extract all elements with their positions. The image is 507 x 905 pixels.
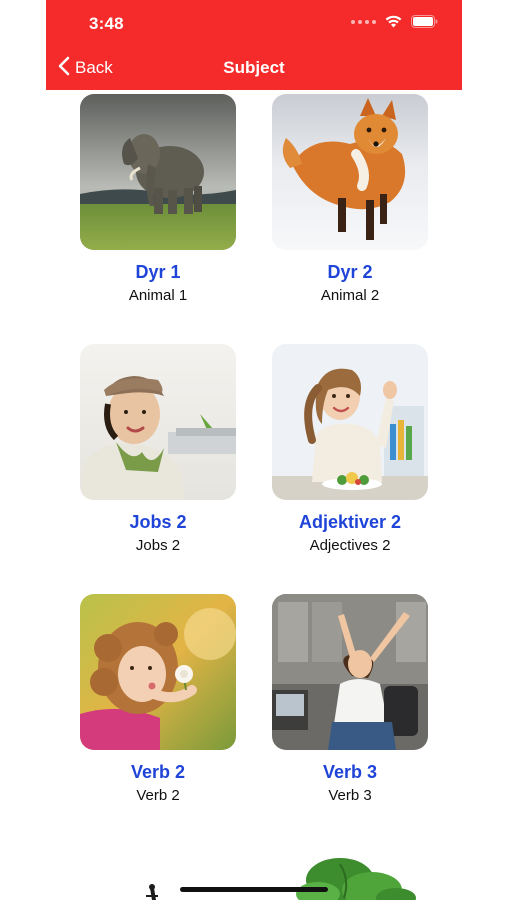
home-indicator[interactable] bbox=[180, 887, 328, 892]
page-title: Subject bbox=[223, 58, 285, 77]
battery-icon bbox=[411, 15, 438, 28]
card-subtitle: Verb 2 bbox=[136, 787, 180, 804]
card-subtitle: Verb 3 bbox=[328, 787, 372, 804]
card-subtitle: Adjectives 2 bbox=[309, 537, 391, 554]
elephant-photo bbox=[80, 94, 236, 250]
cellular-signal-icon bbox=[351, 19, 376, 24]
flight-attendant-photo bbox=[80, 344, 236, 500]
card-subtitle: Animal 1 bbox=[128, 287, 188, 304]
subject-card-verb-2[interactable]: Verb 2 Verb 2 bbox=[80, 594, 236, 805]
status-icons bbox=[351, 15, 438, 28]
card-title: Verb 3 bbox=[322, 762, 378, 782]
subject-card-dyr-2[interactable]: Dyr 2 Animal 2 bbox=[272, 94, 428, 305]
wifi-icon bbox=[385, 15, 402, 28]
status-time: 3:48 bbox=[89, 14, 124, 33]
subject-card-adjektiver-2[interactable]: Adjektiver 2 Adjectives 2 bbox=[272, 344, 428, 555]
card-title: Dyr 1 bbox=[135, 262, 181, 282]
card-title: Adjektiver 2 bbox=[298, 512, 402, 532]
girl-blowing-dandelion-photo bbox=[80, 594, 236, 750]
girl-thumbs-up-photo bbox=[272, 344, 428, 500]
navigation-header: 3:48 Back Subject bbox=[46, 0, 462, 90]
woman-stretching-photo bbox=[272, 594, 428, 750]
card-subtitle: Animal 2 bbox=[320, 287, 380, 304]
card-title: Dyr 2 bbox=[327, 262, 373, 282]
card-title: Jobs 2 bbox=[129, 512, 187, 532]
card-subtitle: Jobs 2 bbox=[135, 537, 181, 554]
fox-photo bbox=[272, 94, 428, 250]
card-title: Verb 2 bbox=[130, 762, 186, 782]
subject-card-jobs-2[interactable]: Jobs 2 Jobs 2 bbox=[80, 344, 236, 555]
subject-card-dyr-1[interactable]: Dyr 1 Animal 1 bbox=[80, 94, 236, 305]
subject-card-verb-3[interactable]: Verb 3 Verb 3 bbox=[272, 594, 428, 805]
